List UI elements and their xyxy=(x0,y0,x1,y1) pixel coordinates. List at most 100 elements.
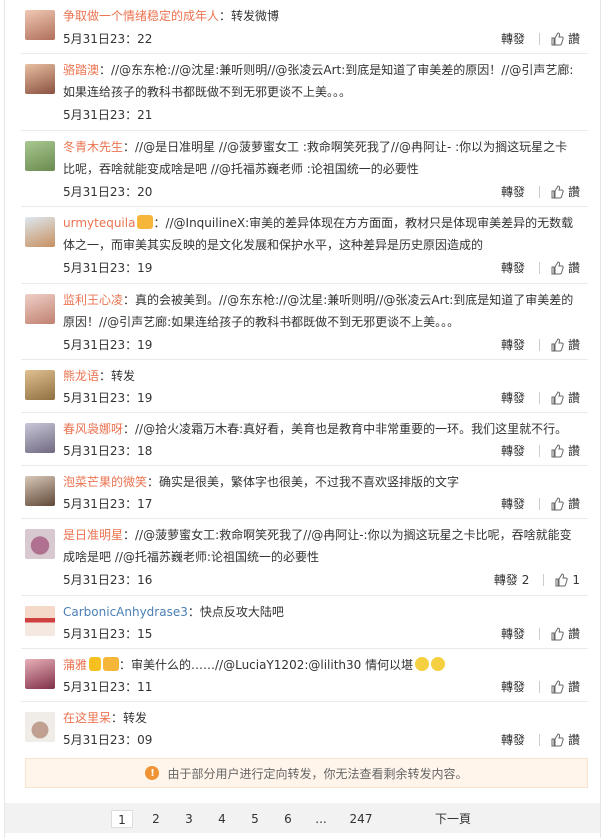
forward-button[interactable]: 轉發 xyxy=(501,30,525,47)
forward-button[interactable]: 轉發 xyxy=(501,183,525,200)
like-button[interactable]: 讚 xyxy=(550,495,580,512)
like-button[interactable]: 1 xyxy=(554,573,580,587)
like-label: 讚 xyxy=(567,261,580,275)
repost-text: ：转发 xyxy=(111,711,148,725)
like-button[interactable]: 讚 xyxy=(550,731,580,748)
next-page-button[interactable]: 下一頁 xyxy=(431,810,475,828)
forward-count: 2 xyxy=(521,573,530,587)
forward-button[interactable]: 轉發 xyxy=(501,336,525,353)
repost-item: 熊龙语：转发 5月31日23：19 轉發 讚 xyxy=(21,360,588,413)
thumbs-up-icon xyxy=(555,572,569,586)
avatar[interactable] xyxy=(25,529,55,559)
actions: 轉發 讚 xyxy=(501,389,580,406)
username[interactable]: 熊龙语 xyxy=(63,369,99,383)
actions: 轉發 讚 xyxy=(501,625,580,642)
page-4[interactable]: 4 xyxy=(211,810,233,828)
like-button[interactable]: 讚 xyxy=(550,442,580,459)
username[interactable]: urmytequila xyxy=(63,216,135,230)
forward-button[interactable]: 轉發 xyxy=(501,259,525,276)
username[interactable]: 争取做一个情绪稳定的成年人 xyxy=(63,9,219,23)
username[interactable]: 是日准明星 xyxy=(63,528,123,542)
avatar[interactable] xyxy=(25,141,55,171)
emoji-badge-icon xyxy=(137,215,154,229)
thumbs-up-icon xyxy=(551,496,564,510)
repost-text: ：快点反攻大陆吧 xyxy=(187,605,284,619)
timestamp[interactable]: 5月31日23：17 xyxy=(63,495,152,512)
timestamp[interactable]: 5月31日23：18 xyxy=(63,442,152,459)
page-ellipsis: ... xyxy=(315,812,327,826)
username[interactable]: 泡菜芒果的微笑 xyxy=(63,475,147,489)
timestamp[interactable]: 5月31日23：19 xyxy=(63,389,152,406)
like-button[interactable]: 讚 xyxy=(550,678,580,695)
forward-button[interactable]: 轉發 xyxy=(501,495,525,512)
avatar[interactable] xyxy=(25,476,55,506)
timestamp[interactable]: 5月31日23：22 xyxy=(63,30,152,47)
timestamp[interactable]: 5月31日23：16 xyxy=(63,571,152,588)
page-247[interactable]: 247 xyxy=(345,810,377,828)
avatar[interactable] xyxy=(25,712,55,742)
avatar[interactable] xyxy=(25,606,55,636)
thumbs-up-icon xyxy=(551,184,564,198)
like-button[interactable]: 讚 xyxy=(550,389,580,406)
page-1[interactable]: 1 xyxy=(111,810,133,828)
thumbs-up-icon xyxy=(551,626,564,640)
actions: 轉發 2 1 xyxy=(494,571,580,588)
page-6[interactable]: 6 xyxy=(277,810,299,828)
like-button[interactable]: 讚 xyxy=(550,336,580,353)
avatar[interactable] xyxy=(25,423,55,453)
avatar[interactable] xyxy=(25,294,55,324)
repost-text: ：转发微博 xyxy=(219,9,280,23)
repost-item: 泡菜芒果的微笑：确实是很美，繁体字也很美，不过我不喜欢竖排版的文字 5月31日2… xyxy=(21,466,588,519)
username[interactable]: 在这里呆 xyxy=(63,711,111,725)
page-5[interactable]: 5 xyxy=(244,810,266,828)
forward-button[interactable]: 轉發 xyxy=(501,389,525,406)
timestamp[interactable]: 5月31日23：21 xyxy=(63,106,152,123)
timestamp[interactable]: 5月31日23：15 xyxy=(63,625,152,642)
avatar[interactable] xyxy=(25,217,55,247)
page-2[interactable]: 2 xyxy=(145,810,167,828)
like-button[interactable]: 讚 xyxy=(550,30,580,47)
repost-text: ：//@是日准明星 //@菠萝蜜女工 :救命啊笑死我了//@冉阿让- :你以为搁… xyxy=(63,140,568,176)
repost-text: ：真的会被美到。//@东东枪://@沈星:兼听则明//@张凌云Art:到底是知道… xyxy=(63,293,574,329)
thumbs-up-icon xyxy=(551,337,564,351)
like-button[interactable]: 讚 xyxy=(550,259,580,276)
avatar[interactable] xyxy=(25,370,55,400)
avatar[interactable] xyxy=(25,659,55,689)
username[interactable]: 蒲雅 xyxy=(63,658,87,672)
timestamp[interactable]: 5月31日23：19 xyxy=(63,259,152,276)
like-button[interactable]: 讚 xyxy=(550,625,580,642)
timestamp[interactable]: 5月31日23：20 xyxy=(63,183,152,200)
forward-button[interactable]: 轉發 xyxy=(501,625,525,642)
username[interactable]: 骆踏澳 xyxy=(63,63,99,77)
repost-text: ：确实是很美，繁体字也很美，不过我不喜欢竖排版的文字 xyxy=(147,475,460,489)
actions: 轉發 讚 xyxy=(501,30,580,47)
timestamp[interactable]: 5月31日23：11 xyxy=(63,678,152,695)
thumbs-up-icon xyxy=(551,679,564,693)
timestamp[interactable]: 5月31日23：19 xyxy=(63,336,152,353)
thumbs-up-icon xyxy=(551,31,564,45)
actions: 轉發 讚 xyxy=(501,678,580,695)
repost-item: 争取做一个情绪稳定的成年人：转发微博 5月31日23：22 轉發 讚 xyxy=(21,0,588,54)
repost-item: 蒲雅 ：审美什么的……//@LuciaY1202:@lilith30 情何以堪 5… xyxy=(21,649,588,702)
like-label: 讚 xyxy=(567,32,580,46)
repost-item: urmytequila ：//@InquilineX:审美的差异体现在方方面面，教… xyxy=(21,207,588,284)
avatar[interactable] xyxy=(25,10,55,40)
username[interactable]: 监利王心凌 xyxy=(63,293,123,307)
timestamp[interactable]: 5月31日23：09 xyxy=(63,731,152,748)
username[interactable]: 春风袅娜呀 xyxy=(63,422,123,436)
username[interactable]: CarbonicAnhydrase3 xyxy=(63,605,188,619)
page-3[interactable]: 3 xyxy=(178,810,200,828)
restricted-notice: ! 由于部分用户进行定向转发，你无法查看剩余转发内容。 xyxy=(25,758,588,788)
forward-button[interactable]: 轉發 2 xyxy=(494,571,529,588)
like-button[interactable]: 讚 xyxy=(550,183,580,200)
avatar[interactable] xyxy=(25,64,55,94)
forward-button[interactable]: 轉發 xyxy=(501,731,525,748)
repost-item: 在这里呆：转发 5月31日23：09 轉發 讚 xyxy=(21,702,588,755)
like-label: 讚 xyxy=(567,338,580,352)
actions: 轉發 讚 xyxy=(501,183,580,200)
forward-button[interactable]: 轉發 xyxy=(501,442,525,459)
repost-item: 冬青木先生：//@是日准明星 //@菠萝蜜女工 :救命啊笑死我了//@冉阿让- … xyxy=(21,131,588,207)
username[interactable]: 冬青木先生 xyxy=(63,140,123,154)
forward-button[interactable]: 轉發 xyxy=(501,678,525,695)
repost-item: 是日准明星：//@菠萝蜜女工:救命啊笑死我了//@冉阿让-:你以为搁这玩星之卡比… xyxy=(21,519,588,596)
